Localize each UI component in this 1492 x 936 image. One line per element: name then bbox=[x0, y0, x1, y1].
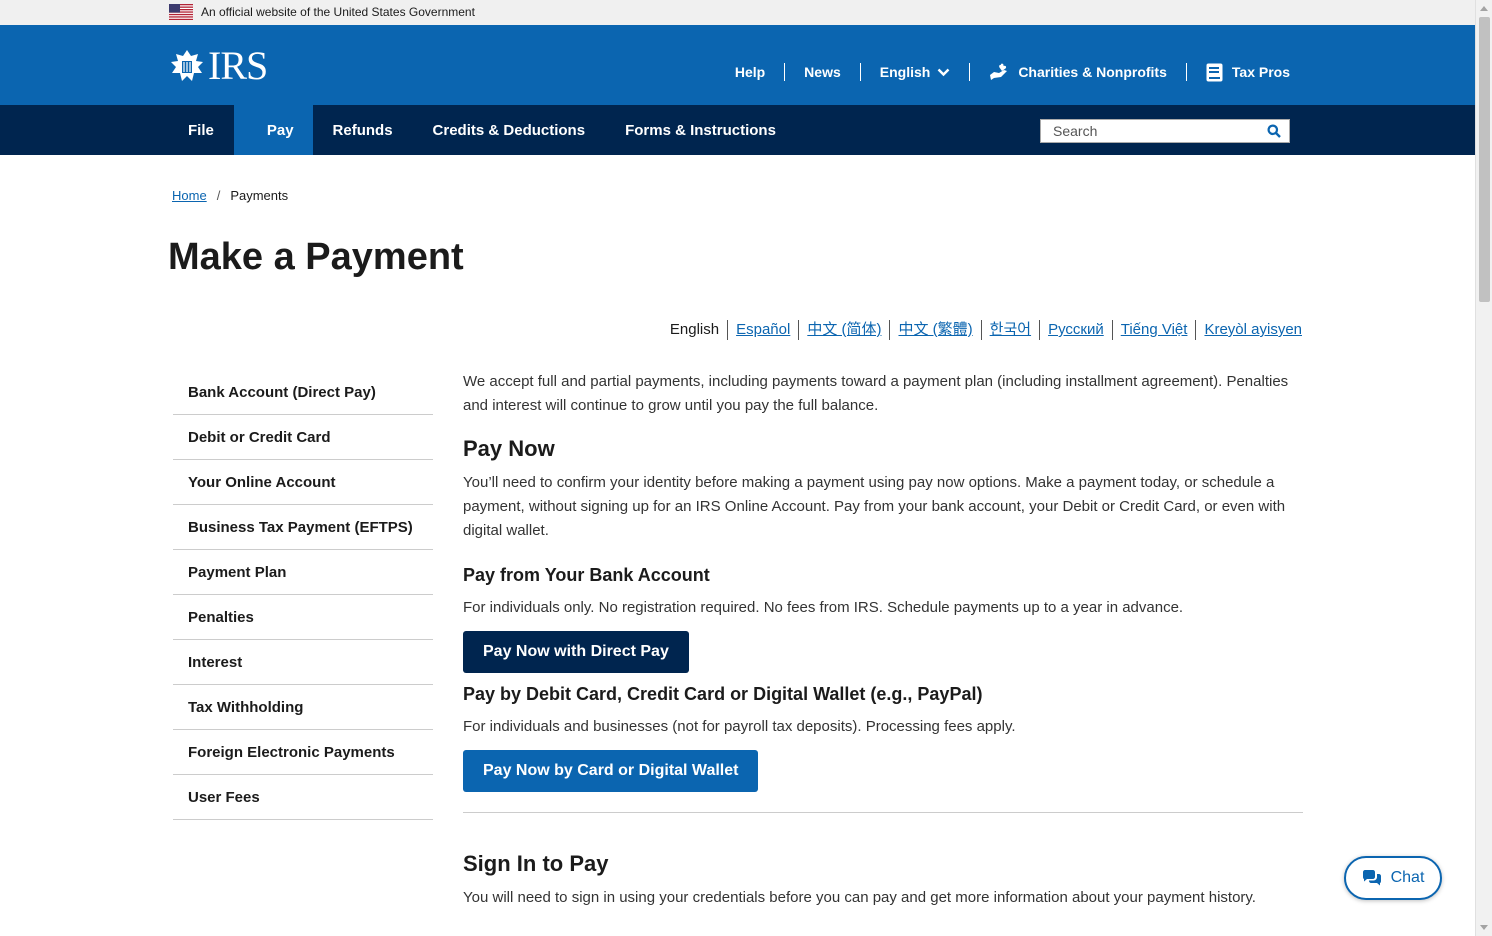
sidebar-item-penalties[interactable]: Penalties bbox=[173, 595, 433, 640]
breadcrumb-current: Payments bbox=[230, 188, 289, 203]
lang-spanish-link[interactable]: Español bbox=[727, 320, 798, 340]
pay-direct-pay-button[interactable]: Pay Now with Direct Pay bbox=[463, 631, 689, 673]
pay-now-heading: Pay Now bbox=[463, 436, 555, 461]
scroll-up-arrow-icon[interactable] bbox=[1480, 6, 1488, 11]
nav-pay[interactable]: Pay bbox=[233, 105, 313, 155]
lang-chinese-traditional-link[interactable]: 中文 (繁體) bbox=[889, 320, 980, 340]
sidebar-item-foreign-payments[interactable]: Foreign Electronic Payments bbox=[173, 730, 433, 775]
language-dropdown[interactable]: English bbox=[859, 63, 970, 81]
utility-nav: Help News English Charities & Nonprofits bbox=[735, 63, 1290, 81]
sign-in-heading: Sign In to Pay bbox=[463, 851, 609, 876]
sidebar-item-eftps[interactable]: Business Tax Payment (EFTPS) bbox=[173, 505, 433, 550]
lang-korean-link[interactable]: 한국어 bbox=[980, 320, 1039, 340]
irs-eagle-icon bbox=[171, 50, 203, 81]
breadcrumb: Home / Payments bbox=[172, 188, 288, 203]
chat-button[interactable]: Chat bbox=[1344, 856, 1442, 900]
help-label: Help bbox=[734, 64, 766, 80]
card-heading: Pay by Debit Card, Credit Card or Digita… bbox=[463, 684, 983, 704]
site-header: IRS Help News English Charities & Nonpro… bbox=[0, 25, 1475, 105]
help-link[interactable]: Help bbox=[735, 63, 784, 81]
intro-text: We accept full and partial payments, inc… bbox=[463, 373, 1289, 414]
page-scrollbar[interactable] bbox=[1475, 0, 1492, 936]
main-nav: File Pay Refunds Credits & Deductions Fo… bbox=[0, 105, 1475, 155]
tax-pros-label: Tax Pros bbox=[1231, 64, 1290, 80]
us-flag-icon bbox=[169, 4, 193, 20]
nav-forms-instructions[interactable]: Forms & Instructions bbox=[605, 105, 796, 155]
lang-chinese-simplified-link[interactable]: 中文 (简体) bbox=[798, 320, 889, 340]
search-box bbox=[1040, 119, 1290, 143]
sidebar-item-tax-withholding[interactable]: Tax Withholding bbox=[173, 685, 433, 730]
news-label: News bbox=[804, 64, 841, 80]
gov-banner: An official website of the United States… bbox=[0, 0, 1475, 25]
nav-refunds[interactable]: Refunds bbox=[313, 105, 413, 155]
main-content: We accept full and partial payments, inc… bbox=[463, 370, 1303, 910]
sidebar-item-user-fees[interactable]: User Fees bbox=[173, 775, 433, 820]
page-title: Make a Payment bbox=[168, 236, 464, 278]
language-label: English bbox=[879, 64, 931, 80]
lang-english-current: English bbox=[669, 321, 720, 338]
sidebar-item-bank-account[interactable]: Bank Account (Direct Pay) bbox=[173, 370, 433, 415]
section-divider bbox=[463, 812, 1303, 813]
bank-account-text: For individuals only. No registration re… bbox=[463, 599, 1184, 616]
sidebar-item-debit-credit-card[interactable]: Debit or Credit Card bbox=[173, 415, 433, 460]
scrollbar-thumb[interactable] bbox=[1479, 17, 1490, 302]
bank-account-heading: Pay from Your Bank Account bbox=[463, 565, 710, 585]
charities-link[interactable]: Charities & Nonprofits bbox=[969, 63, 1186, 81]
lang-russian-link[interactable]: Русский bbox=[1039, 320, 1112, 340]
chevron-down-icon bbox=[937, 68, 950, 77]
pay-card-wallet-button[interactable]: Pay Now by Card or Digital Wallet bbox=[463, 750, 759, 792]
charity-hand-icon bbox=[989, 63, 1009, 81]
breadcrumb-separator: / bbox=[216, 188, 221, 203]
nav-credits-deductions[interactable]: Credits & Deductions bbox=[413, 105, 606, 155]
sidebar-nav: Bank Account (Direct Pay) Debit or Credi… bbox=[173, 370, 433, 820]
breadcrumb-home-link[interactable]: Home bbox=[172, 188, 207, 203]
gov-banner-text: An official website of the United States… bbox=[201, 5, 475, 19]
search-icon[interactable] bbox=[1267, 124, 1281, 138]
chat-label: Chat bbox=[1390, 869, 1425, 886]
lang-haitian-creole-link[interactable]: Kreyòl ayisyen bbox=[1195, 320, 1302, 340]
tax-pros-book-icon bbox=[1206, 63, 1223, 82]
charities-label: Charities & Nonprofits bbox=[1018, 64, 1167, 80]
nav-file[interactable]: File bbox=[168, 105, 234, 155]
lang-vietnamese-link[interactable]: Tiếng Việt bbox=[1111, 320, 1196, 340]
card-text: For individuals and businesses (not for … bbox=[463, 718, 1016, 735]
irs-logo[interactable]: IRS bbox=[168, 43, 268, 88]
pay-now-text: You’ll need to confirm your identity bef… bbox=[463, 474, 1286, 539]
logo-text: IRS bbox=[208, 43, 268, 88]
sign-in-text: You will need to sign in using your cred… bbox=[463, 889, 1256, 906]
tax-pros-link[interactable]: Tax Pros bbox=[1185, 63, 1290, 82]
sidebar-item-payment-plan[interactable]: Payment Plan bbox=[173, 550, 433, 595]
language-selector: English Español 中文 (简体) 中文 (繁體) 한국어 Русс… bbox=[662, 320, 1302, 340]
sidebar-item-interest[interactable]: Interest bbox=[173, 640, 433, 685]
news-link[interactable]: News bbox=[784, 63, 860, 81]
sidebar-item-online-account[interactable]: Your Online Account bbox=[173, 460, 433, 505]
chat-bubbles-icon bbox=[1362, 869, 1382, 887]
search-input[interactable] bbox=[1041, 120, 1251, 142]
scroll-down-arrow-icon[interactable] bbox=[1480, 925, 1488, 930]
